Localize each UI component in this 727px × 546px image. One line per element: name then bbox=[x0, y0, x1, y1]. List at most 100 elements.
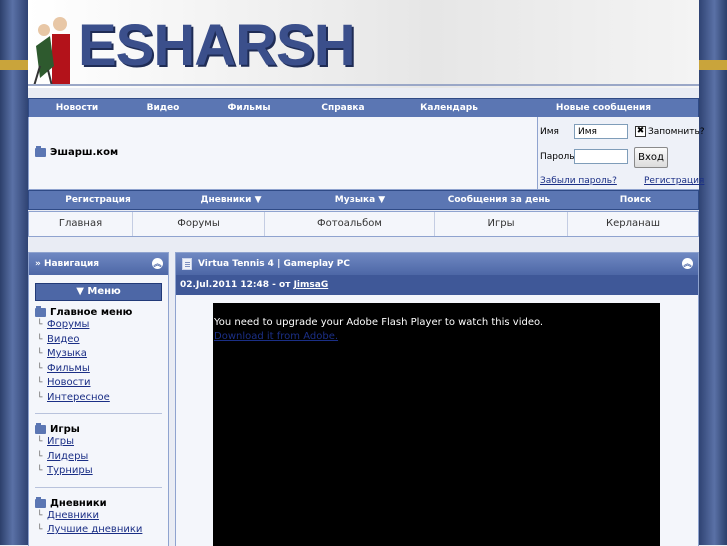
nav-todays-posts[interactable]: Сообщения за день bbox=[425, 191, 573, 209]
menu-toggle-button[interactable]: ▼ Меню bbox=[35, 283, 162, 301]
folder-icon bbox=[35, 423, 46, 434]
sidebar-item-tournaments[interactable]: └ Турниры bbox=[37, 464, 168, 479]
post-meta: 02.Jul.2011 12:48 - от JimsaG bbox=[176, 275, 698, 295]
tab-home[interactable]: Главная bbox=[29, 212, 133, 236]
tree-branch-icon: └ bbox=[37, 392, 43, 403]
folder-icon bbox=[35, 146, 46, 157]
sidebar-item-label[interactable]: Фильмы bbox=[47, 362, 90, 377]
remember-checkbox[interactable]: ✖ bbox=[635, 126, 646, 137]
tree-branch-icon: └ bbox=[37, 363, 43, 374]
sidebar-item-music[interactable]: └ Музыка bbox=[37, 347, 168, 362]
sidebar-divider bbox=[35, 413, 162, 414]
nav-video[interactable]: Видео bbox=[125, 99, 201, 117]
site-name[interactable]: Эшарш.ком bbox=[35, 146, 119, 158]
curtain-tie bbox=[0, 60, 28, 70]
sidebar-item-label[interactable]: Видео bbox=[47, 333, 80, 348]
sidebar-group-title: Игры bbox=[50, 424, 80, 435]
sidebar-item-label[interactable]: Лучшие дневники bbox=[47, 523, 142, 538]
sidebar-item-games[interactable]: └ Игры bbox=[37, 435, 168, 450]
sidebar-item-forums[interactable]: └ Форумы bbox=[37, 318, 168, 333]
nav-films[interactable]: Фильмы bbox=[201, 99, 297, 117]
password-label: Пароль bbox=[540, 152, 575, 162]
sidebar-divider bbox=[35, 486, 162, 488]
nav-new-posts[interactable]: Новые сообщения bbox=[509, 99, 698, 117]
sidebar-item-video[interactable]: └ Видео bbox=[37, 333, 168, 348]
sidebar-title: » Навигация bbox=[35, 259, 100, 269]
tree-branch-icon: └ bbox=[37, 510, 43, 521]
nav-help[interactable]: Справка bbox=[297, 99, 389, 117]
navigation-sidebar: » Навигация ︽ ▼ Меню Главное меню └ Форум… bbox=[28, 252, 169, 546]
tab-kerlanash[interactable]: Керланаш bbox=[568, 212, 698, 236]
tree-branch-icon: └ bbox=[37, 349, 43, 359]
password-input[interactable] bbox=[574, 149, 628, 164]
sidebar-item-label[interactable]: Лидеры bbox=[47, 450, 88, 465]
sidebar-item-label[interactable]: Новости bbox=[47, 376, 90, 391]
sidebar-item-diaries[interactable]: └ Дневники bbox=[37, 509, 168, 524]
nav-diaries-dropdown[interactable]: Дневники ▼ bbox=[167, 191, 295, 209]
sidebar-item-leaders[interactable]: └ Лидеры bbox=[37, 450, 168, 465]
left-curtain-decoration bbox=[0, 0, 28, 545]
folder-icon bbox=[35, 306, 46, 317]
sidebar-item-label[interactable]: Турниры bbox=[47, 464, 93, 479]
sidebar-group-title: Главное меню bbox=[50, 307, 133, 318]
secondary-navbar: Регистрация Дневники ▼ Музыка ▼ Сообщени… bbox=[28, 190, 699, 210]
post-title: Virtua Tennis 4 | Gameplay PC bbox=[198, 259, 350, 269]
adobe-download-link[interactable]: Download it from Adobe. bbox=[214, 331, 338, 342]
remember-label: Запомнить? bbox=[648, 127, 705, 137]
sidebar-item-news[interactable]: └ Новости bbox=[37, 376, 168, 391]
post-panel: Virtua Tennis 4 | Gameplay PC ︽ 02.Jul.2… bbox=[175, 252, 699, 546]
nav-registration[interactable]: Регистрация bbox=[29, 191, 167, 209]
site-header: ESHARSH bbox=[28, 0, 699, 88]
site-logo[interactable]: ESHARSH bbox=[78, 12, 356, 79]
sidebar-group-main[interactable]: Главное меню bbox=[35, 306, 168, 318]
nav-music-dropdown[interactable]: Музыка ▼ bbox=[295, 191, 425, 209]
site-name-label: Эшарш.ком bbox=[50, 147, 119, 158]
register-link[interactable]: Регистрация bbox=[644, 176, 704, 186]
collapse-icon[interactable]: ︽ bbox=[152, 258, 163, 269]
tree-branch-icon: └ bbox=[37, 378, 43, 388]
tree-branch-icon: └ bbox=[37, 451, 43, 462]
tree-branch-icon: └ bbox=[37, 466, 43, 476]
post-date: 02.Jul.2011 12:48 - от bbox=[180, 280, 294, 290]
tree-branch-icon: └ bbox=[37, 437, 43, 447]
forgot-password-link[interactable]: Забыли пароль? bbox=[540, 176, 617, 186]
nav-calendar[interactable]: Календарь bbox=[389, 99, 509, 117]
sidebar-item-films[interactable]: └ Фильмы bbox=[37, 362, 168, 377]
username-input[interactable]: Имя bbox=[574, 124, 628, 139]
tab-games[interactable]: Игры bbox=[435, 212, 568, 236]
sidebar-item-label[interactable]: Дневники bbox=[47, 509, 99, 524]
sidebar-item-label[interactable]: Форумы bbox=[47, 318, 89, 333]
sidebar-group-games[interactable]: Игры bbox=[35, 423, 168, 435]
top-navbar: Новости Видео Фильмы Справка Календарь Н… bbox=[28, 98, 699, 118]
logo-figures-icon bbox=[33, 17, 70, 86]
sidebar-item-best-diaries[interactable]: └ Лучшие дневники bbox=[37, 523, 168, 538]
tab-photo-album[interactable]: Фотоальбом bbox=[265, 212, 435, 236]
login-form: Имя Имя ✖ Запомнить? Пароль Вход Забыли … bbox=[537, 117, 705, 189]
video-player[interactable]: You need to upgrade your Adobe Flash Pla… bbox=[213, 303, 660, 546]
tree-branch-icon: └ bbox=[37, 334, 43, 345]
header-divider bbox=[28, 84, 699, 86]
document-icon bbox=[182, 258, 192, 270]
sidebar-item-label[interactable]: Музыка bbox=[47, 347, 87, 362]
nav-news[interactable]: Новости bbox=[29, 99, 125, 117]
nav-search[interactable]: Поиск bbox=[573, 191, 698, 209]
section-tabs: Главная Форумы Фотоальбом Игры Керланаш bbox=[28, 211, 699, 237]
login-button[interactable]: Вход bbox=[634, 147, 668, 168]
curtain-tie bbox=[699, 60, 727, 70]
flash-upgrade-message: You need to upgrade your Adobe Flash Pla… bbox=[214, 317, 544, 328]
sidebar-item-label[interactable]: Игры bbox=[47, 435, 74, 450]
sidebar-group-title: Дневники bbox=[50, 497, 107, 509]
sidebar-header: » Навигация ︽ bbox=[29, 253, 168, 275]
folder-icon bbox=[35, 496, 46, 508]
sidebar-group-diaries[interactable]: Дневники bbox=[35, 496, 168, 509]
username-label: Имя bbox=[540, 127, 559, 137]
post-author-link[interactable]: JimsaG bbox=[294, 280, 329, 290]
collapse-icon[interactable]: ︽ bbox=[682, 258, 693, 269]
tab-forums[interactable]: Форумы bbox=[133, 212, 265, 236]
post-header: Virtua Tennis 4 | Gameplay PC ︽ bbox=[176, 253, 698, 275]
site-info-row: Эшарш.ком Имя Имя ✖ Запомнить? Пароль Вх… bbox=[28, 117, 705, 190]
right-curtain-decoration bbox=[699, 0, 727, 545]
sidebar-item-label[interactable]: Интересное bbox=[47, 391, 110, 406]
tree-branch-icon: └ bbox=[37, 525, 43, 535]
sidebar-item-interesting[interactable]: └ Интересное bbox=[37, 391, 168, 406]
